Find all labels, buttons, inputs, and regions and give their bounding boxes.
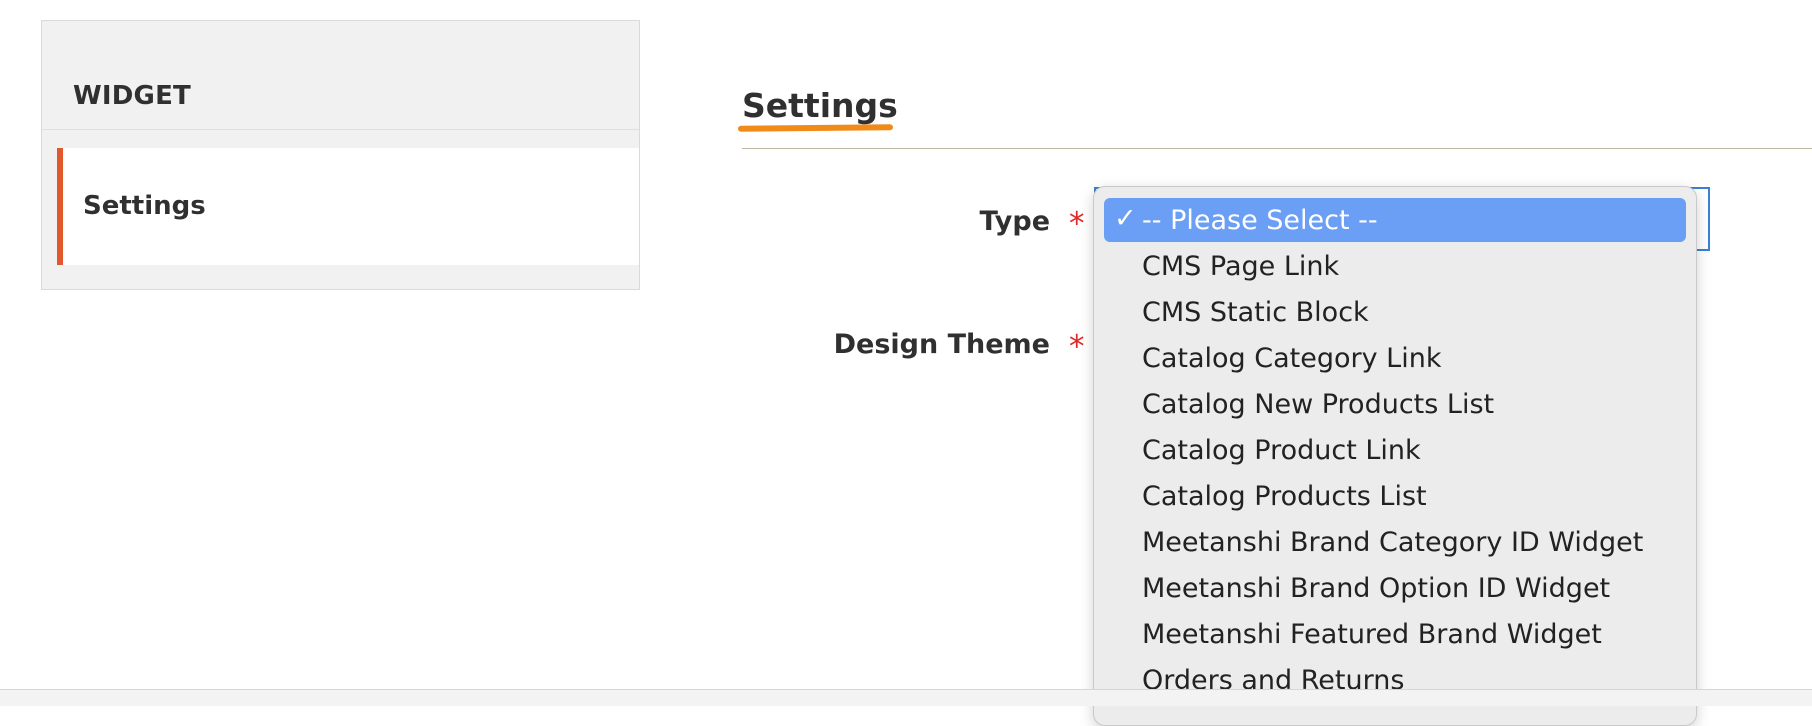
sidebar-divider [42,129,639,130]
sidebar-title: WIDGET [73,81,191,111]
dropdown-option-cms-static-block[interactable]: CMS Static Block [1104,290,1686,334]
sidebar-item-label: Settings [83,191,206,221]
checkmark-icon: ✓ [1114,203,1137,234]
dropdown-option-brand-category-id-widget[interactable]: Meetanshi Brand Category ID Widget [1104,520,1686,564]
dropdown-option-brand-option-id-widget[interactable]: Meetanshi Brand Option ID Widget [1104,566,1686,610]
type-dropdown-menu[interactable]: ✓ -- Please Select -- CMS Page Link CMS … [1093,186,1697,726]
widget-sidebar: WIDGET Settings [41,20,640,290]
type-required-marker: * [1069,206,1085,242]
section-title: Settings [742,86,898,125]
dropdown-option-label: Catalog Product Link [1142,435,1421,466]
sidebar-item-settings[interactable]: Settings [57,148,639,265]
dropdown-option-label: Meetanshi Brand Option ID Widget [1142,573,1611,604]
dropdown-option-label: Catalog Products List [1142,481,1427,512]
dropdown-option-featured-brand-widget[interactable]: Meetanshi Featured Brand Widget [1104,612,1686,656]
dropdown-option-label: -- Please Select -- [1142,205,1378,236]
section-title-underline [737,124,894,132]
footer-bar [0,689,1812,706]
section-divider [742,148,1812,149]
dropdown-option-label: Catalog Category Link [1142,343,1442,374]
dropdown-option-catalog-product-link[interactable]: Catalog Product Link [1104,428,1686,472]
dropdown-option-label: Catalog New Products List [1142,389,1495,420]
dropdown-option-cms-page-link[interactable]: CMS Page Link [1104,244,1686,288]
dropdown-option-please-select[interactable]: ✓ -- Please Select -- [1104,198,1686,242]
dropdown-option-label: Meetanshi Featured Brand Widget [1142,619,1602,650]
dropdown-option-catalog-category-link[interactable]: Catalog Category Link [1104,336,1686,380]
dropdown-option-catalog-products-list[interactable]: Catalog Products List [1104,474,1686,518]
design-theme-label: Design Theme [833,329,1050,360]
dropdown-option-label: CMS Page Link [1142,251,1340,282]
dropdown-option-catalog-new-products-list[interactable]: Catalog New Products List [1104,382,1686,426]
design-theme-required-marker: * [1069,329,1085,365]
type-label: Type [979,206,1050,237]
dropdown-option-label: CMS Static Block [1142,297,1369,328]
dropdown-option-label: Meetanshi Brand Category ID Widget [1142,527,1644,558]
